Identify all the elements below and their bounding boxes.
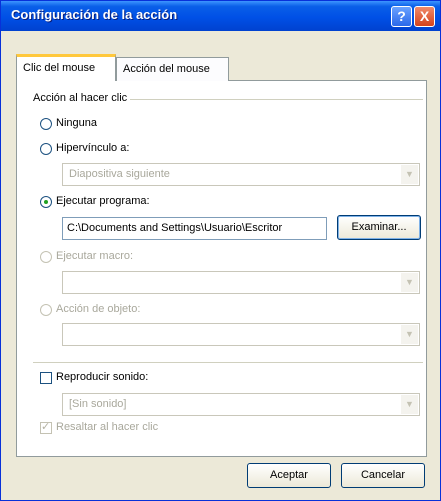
browse-button[interactable]: Examinar... [337,215,421,240]
highlight-label[interactable]: Resaltar al hacer clic [56,421,158,433]
radio-ejecutar-macro[interactable] [40,251,52,263]
radio-hipervinculo-label[interactable]: Hipervínculo a: [56,142,129,154]
close-button[interactable]: X [414,6,435,27]
hyperlink-select-value: Diapositiva siguiente [69,168,170,180]
dialog-title: Configuración de la acción [11,7,178,22]
object-action-select[interactable]: ▼ [62,323,420,346]
radio-accion-objeto[interactable] [40,304,52,316]
chevron-down-icon[interactable]: ▼ [401,165,418,184]
tab-clic-del-mouse[interactable]: Clic del mouse [16,54,116,81]
checkmark-icon: ✓ [41,421,51,433]
sound-select[interactable]: [Sin sonido] ▼ [62,393,420,416]
radio-selected-dot [44,200,48,204]
radio-ejecutar-programa[interactable] [40,196,52,208]
title-bar[interactable]: Configuración de la acción ? X [1,1,440,31]
radio-ejecutar-macro-label[interactable]: Ejecutar macro: [56,250,133,262]
macro-select[interactable]: ▼ [62,271,420,294]
chevron-down-icon[interactable]: ▼ [401,395,418,414]
radio-hipervinculo[interactable] [40,143,52,155]
cancel-button[interactable]: Cancelar [341,463,425,488]
highlight-checkbox[interactable]: ✓ [40,421,52,434]
radio-ejecutar-programa-label[interactable]: Ejecutar programa: [56,195,150,207]
radio-accion-objeto-label[interactable]: Acción de objeto: [56,303,140,315]
chevron-down-icon[interactable]: ▼ [401,325,418,344]
chevron-down-icon[interactable]: ▼ [401,273,418,292]
help-button[interactable]: ? [391,6,412,27]
radio-ninguna[interactable] [40,118,52,130]
play-sound-checkbox[interactable] [40,372,52,384]
tab-accion-del-mouse[interactable]: Acción del mouse [116,57,229,81]
play-sound-label[interactable]: Reproducir sonido: [56,371,148,383]
program-path-input[interactable]: C:\Documents and Settings\Usuario\Escrit… [62,217,327,240]
group-label: Acción al hacer clic [30,92,131,104]
sound-select-value: [Sin sonido] [69,398,127,410]
hyperlink-select[interactable]: Diapositiva siguiente ▼ [62,163,420,186]
radio-ninguna-label[interactable]: Ninguna [56,117,97,129]
ok-button[interactable]: Aceptar [247,463,331,488]
section-separator [33,362,423,363]
